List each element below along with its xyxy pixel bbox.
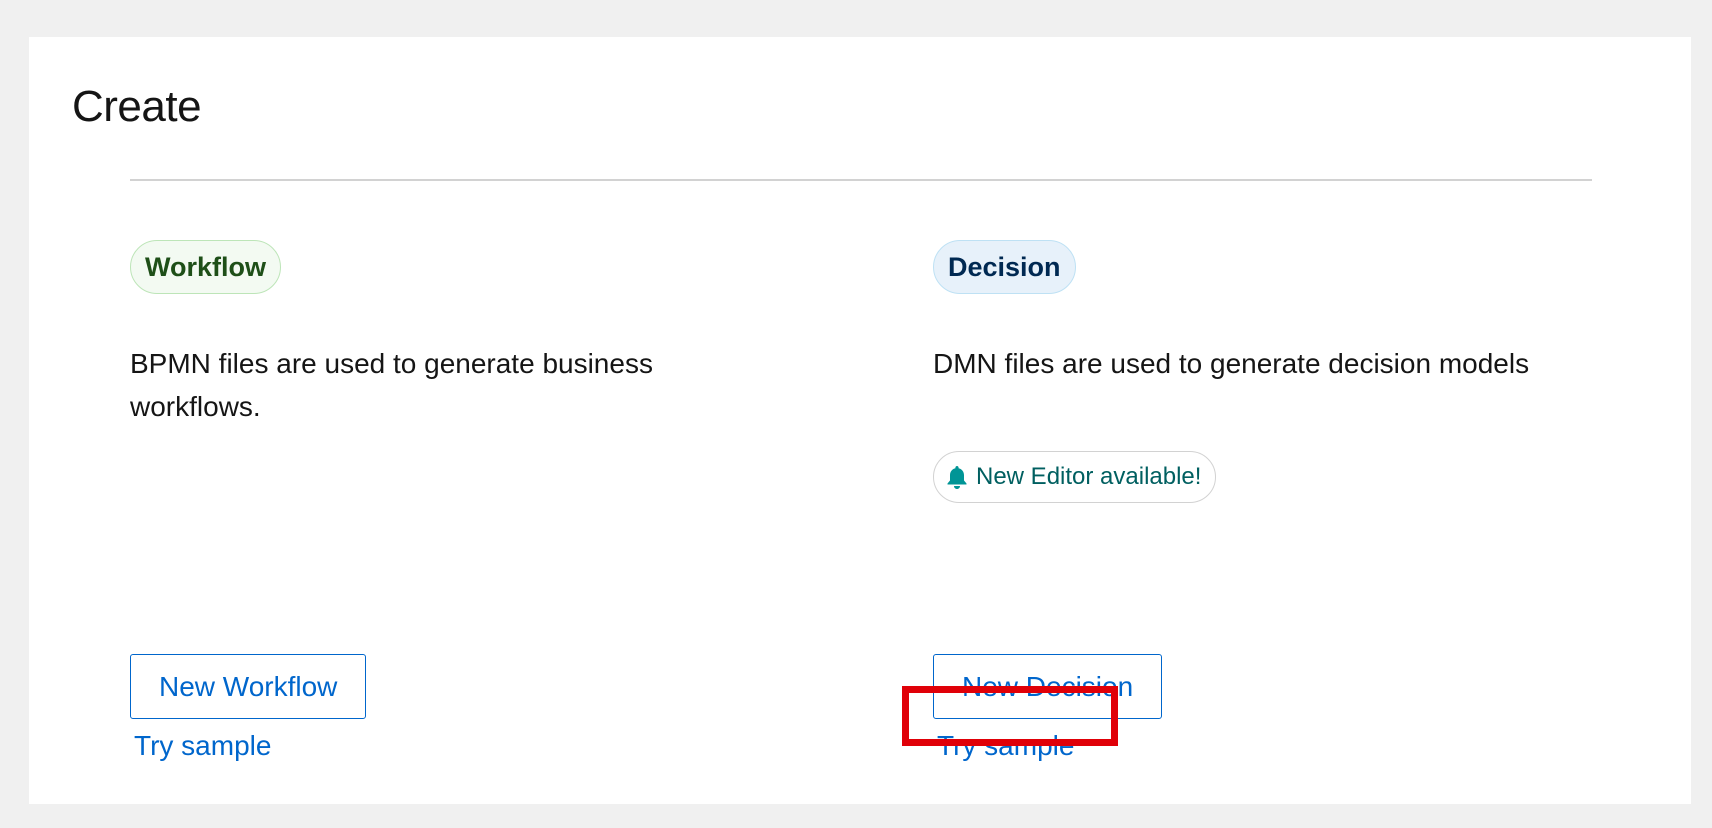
- page-title: Create: [72, 82, 202, 131]
- divider: [130, 179, 1592, 181]
- decision-label: Decision: [933, 240, 1076, 294]
- notification-text: New Editor available!: [976, 463, 1202, 490]
- workflow-label: Workflow: [130, 240, 281, 294]
- workflow-description: BPMN files are used to generate business…: [130, 348, 653, 422]
- new-workflow-button[interactable]: New Workflow: [130, 654, 367, 719]
- decision-section: Decision DMN files are used to generate …: [933, 240, 1613, 800]
- bell-icon: [946, 465, 968, 489]
- new-decision-button[interactable]: New Decision: [933, 654, 1163, 719]
- workflow-section: Workflow BPMN files are used to generate…: [130, 240, 810, 800]
- decision-try-sample-link[interactable]: Try sample: [937, 726, 1074, 766]
- create-card: Create Workflow BPMN files are used to g…: [29, 37, 1691, 804]
- decision-description: DMN files are used to generate decision …: [933, 348, 1530, 379]
- new-editor-notification[interactable]: New Editor available!: [933, 451, 1217, 503]
- workflow-try-sample-link[interactable]: Try sample: [134, 726, 271, 766]
